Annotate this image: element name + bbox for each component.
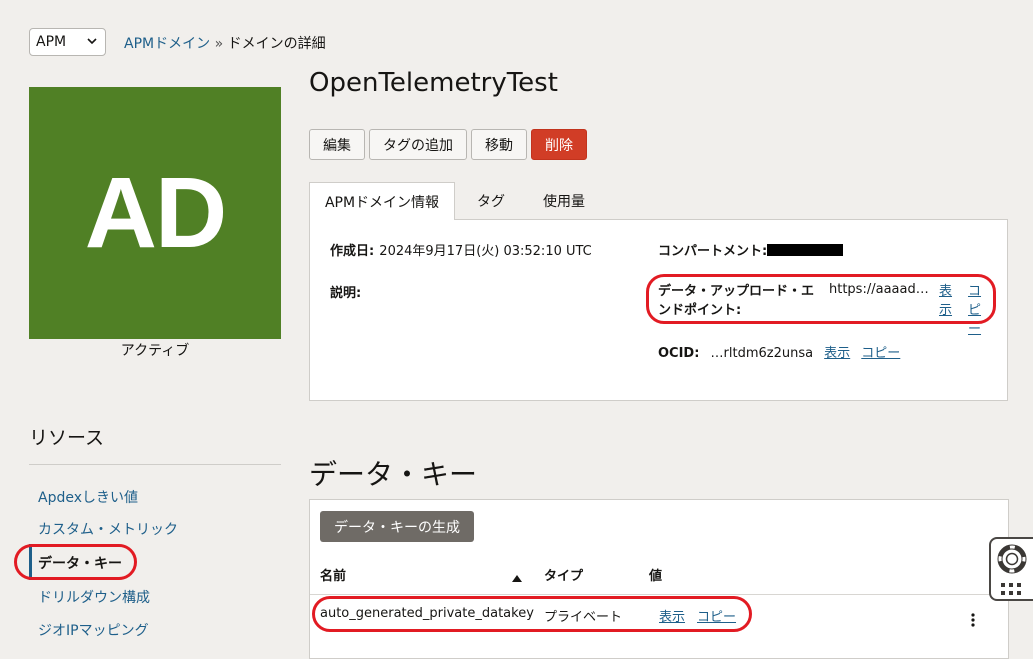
created-label: 作成日:: [330, 244, 375, 259]
edit-button[interactable]: 編集: [309, 129, 365, 160]
breadcrumb-separator: »: [214, 36, 224, 52]
row-actions-menu-icon[interactable]: [968, 612, 978, 632]
resources-divider: [29, 464, 281, 465]
breadcrumb-current: ドメインの詳細: [227, 36, 326, 52]
status-label: アクティブ: [120, 343, 190, 359]
endpoint-show-link[interactable]: 表示: [939, 282, 953, 320]
ocid-row: OCID: …rltdm6z2unsa 表示 コピー: [658, 342, 900, 361]
ocid-show-link[interactable]: 表示: [824, 346, 850, 361]
avatar: AD: [29, 87, 281, 339]
column-header-type[interactable]: タイプ: [544, 565, 583, 584]
created-value: 2024年9月17日(火) 03:52:10 UTC: [379, 244, 592, 259]
breadcrumb: APMドメイン » ドメインの詳細: [124, 33, 326, 53]
move-button[interactable]: 移動: [471, 129, 527, 160]
sidebar-item-custom-metrics[interactable]: カスタム・メトリック: [38, 519, 178, 539]
column-header-name[interactable]: 名前: [320, 565, 346, 584]
endpoint-label: データ・アップロード・エ ンドポイント:: [658, 282, 814, 320]
column-header-value: 値: [649, 569, 663, 584]
data-keys-highlight: [14, 544, 137, 580]
endpoint-label-line2: ンドポイント:: [658, 303, 742, 318]
resources-title: リソース: [29, 427, 105, 449]
page-title: OpenTelemetryTest: [309, 68, 558, 98]
table-header-divider: [310, 594, 1008, 595]
tab-usage[interactable]: 使用量: [533, 182, 595, 220]
endpoint-value: https://aaaad…: [829, 282, 929, 297]
add-tag-button[interactable]: タグの追加: [369, 129, 467, 160]
tab-apm-domain-info[interactable]: APMドメイン情報: [309, 182, 455, 220]
sidebar-item-apdex[interactable]: Apdexしきい値: [38, 487, 138, 507]
compartment-redacted: [767, 244, 844, 256]
sidebar-item-geoip[interactable]: ジオIPマッピング: [38, 620, 149, 640]
chevron-down-icon: [86, 35, 98, 50]
grid-menu-icon[interactable]: [1001, 582, 1023, 601]
endpoint-label-line1: データ・アップロード・エ: [658, 284, 815, 299]
compartment-label: コンパートメント:: [658, 244, 768, 259]
data-keys-title: データ・キー: [309, 458, 478, 491]
ocid-label: OCID:: [658, 346, 700, 361]
tab-tags[interactable]: タグ: [467, 182, 515, 220]
region-select[interactable]: APM: [29, 28, 106, 56]
breadcrumb-apm-domains[interactable]: APMドメイン: [124, 36, 210, 52]
region-select-value: APM: [36, 34, 67, 50]
description-label: 説明:: [330, 286, 362, 301]
generate-data-key-button[interactable]: データ・キーの生成: [320, 511, 474, 542]
compartment-row: コンパートメント:: [658, 240, 844, 259]
ocid-value: …rltdm6z2unsa: [710, 346, 814, 361]
endpoint-copy-link[interactable]: コピー: [968, 282, 982, 339]
datakey-row-highlight: [312, 596, 752, 632]
delete-button[interactable]: 削除: [531, 129, 587, 160]
lifebuoy-icon[interactable]: [997, 544, 1027, 578]
sidebar-item-drilldown[interactable]: ドリルダウン構成: [38, 587, 150, 607]
created-row: 作成日: 2024年9月17日(火) 03:52:10 UTC: [330, 240, 592, 259]
ocid-copy-link[interactable]: コピー: [861, 346, 900, 361]
sort-ascending-icon[interactable]: [511, 568, 523, 587]
help-widget[interactable]: [989, 537, 1033, 601]
